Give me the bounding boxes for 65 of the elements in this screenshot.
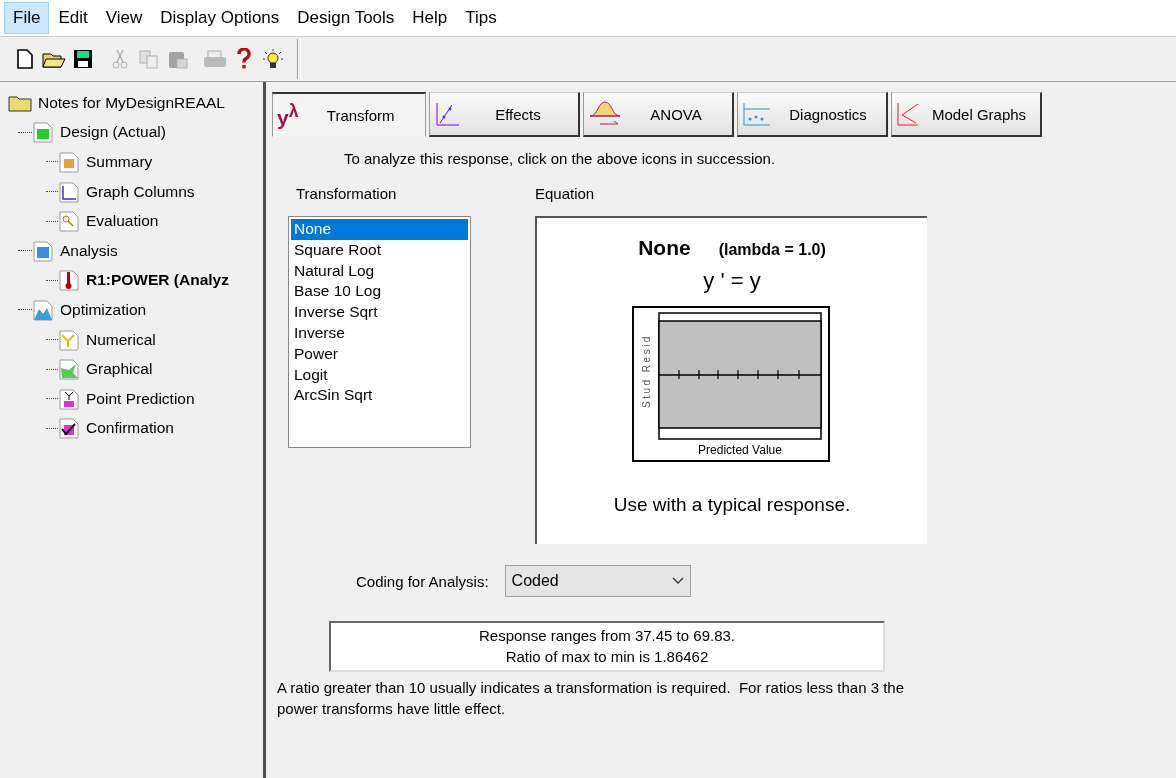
checkmark-icon <box>58 417 80 440</box>
save-icon <box>72 49 93 69</box>
menu-item[interactable]: Display Options <box>151 2 289 34</box>
contour-map-icon <box>58 358 80 381</box>
folder-icon <box>8 93 32 112</box>
question-mark-icon <box>236 48 251 70</box>
prediction-icon <box>58 387 80 410</box>
menu-item[interactable]: View <box>96 2 152 34</box>
calculator-icon <box>32 239 54 262</box>
lambda-value: (lambda = 1.0) <box>718 241 826 259</box>
menu-item[interactable]: Design Tools <box>288 2 404 34</box>
normal-plot-icon <box>434 101 460 127</box>
tree-item[interactable]: Numerical <box>86 330 156 349</box>
tree-item[interactable]: Analysis <box>60 241 118 260</box>
range-text: Ratio of max to min is 1.86462 <box>505 647 709 667</box>
coding-label: Coding for Analysis: <box>356 572 489 590</box>
advice-text: A ratio greater than 10 usually indicates a transformation is required. For ratios less than 3 the power transforms have little effect. <box>277 678 905 719</box>
copy-icon <box>138 49 159 69</box>
menu-item[interactable]: Help <box>403 2 457 34</box>
section-label: Equation <box>535 185 596 202</box>
tree-item[interactable]: Graphical <box>86 360 153 379</box>
tree-item[interactable]: Evaluation <box>86 212 159 231</box>
tree-item[interactable]: Optimization <box>60 300 147 319</box>
usage-note: Use with a typical response. <box>613 494 851 516</box>
thermometer-icon <box>58 269 80 292</box>
chevron-down-icon <box>671 577 684 585</box>
menu-item[interactable]: Tips <box>456 2 506 34</box>
scissors-icon <box>111 49 128 69</box>
line-graph-icon <box>896 101 920 127</box>
magnifier-icon <box>58 210 80 233</box>
tab[interactable]: ANOVA <box>583 92 734 137</box>
range-text: Response ranges from 37.45 to 69.83. <box>479 626 735 646</box>
axis-label: Predicted Value <box>698 443 782 457</box>
printer-icon <box>202 49 227 69</box>
tree-item[interactable]: Summary <box>86 153 153 171</box>
tree-item[interactable]: Confirmation <box>86 419 174 438</box>
lambda-symbol: y$^{λ}$ <box>277 100 299 130</box>
transformation-name: None <box>638 236 691 260</box>
mountain-chart-icon <box>32 298 54 321</box>
light-bulb-icon <box>261 48 284 70</box>
axis-label: Stud Resid <box>641 334 652 408</box>
distribution-curve-icon <box>588 100 622 128</box>
tab[interactable]: Diagnostics <box>737 92 888 137</box>
spreadsheet-icon <box>32 121 54 144</box>
list-item[interactable]: None <box>291 219 468 240</box>
residual-plot-icon <box>742 101 772 127</box>
instruction-text: To analyze this response, click on the above icons in succession. <box>344 150 777 167</box>
table-icon <box>58 151 80 173</box>
menu-item[interactable]: File <box>4 2 50 34</box>
tab[interactable]: y$^{λ}$ Transform <box>272 92 426 137</box>
tree-item[interactable]: R1:POWER (Analyz <box>86 271 229 290</box>
menu-item[interactable]: Edit <box>49 2 97 34</box>
coding-dropdown[interactable]: Coded <box>504 565 691 597</box>
section-label: Transformation <box>296 185 398 202</box>
branch-icon <box>58 328 80 351</box>
tab[interactable]: Effects <box>429 92 580 137</box>
new-document-icon <box>16 49 33 69</box>
clipboard-icon <box>167 49 188 69</box>
tree-item[interactable]: Design (Actual) <box>60 123 166 142</box>
tree-item[interactable]: Point Prediction <box>86 389 195 408</box>
formula: y ' = y <box>703 268 761 294</box>
scatter-plot-icon <box>58 180 80 203</box>
tree-item[interactable]: Graph Columns <box>86 182 195 201</box>
tab[interactable]: Model Graphs <box>891 92 1042 137</box>
tree-item[interactable]: Notes for MyDesignREAAL <box>38 93 225 112</box>
